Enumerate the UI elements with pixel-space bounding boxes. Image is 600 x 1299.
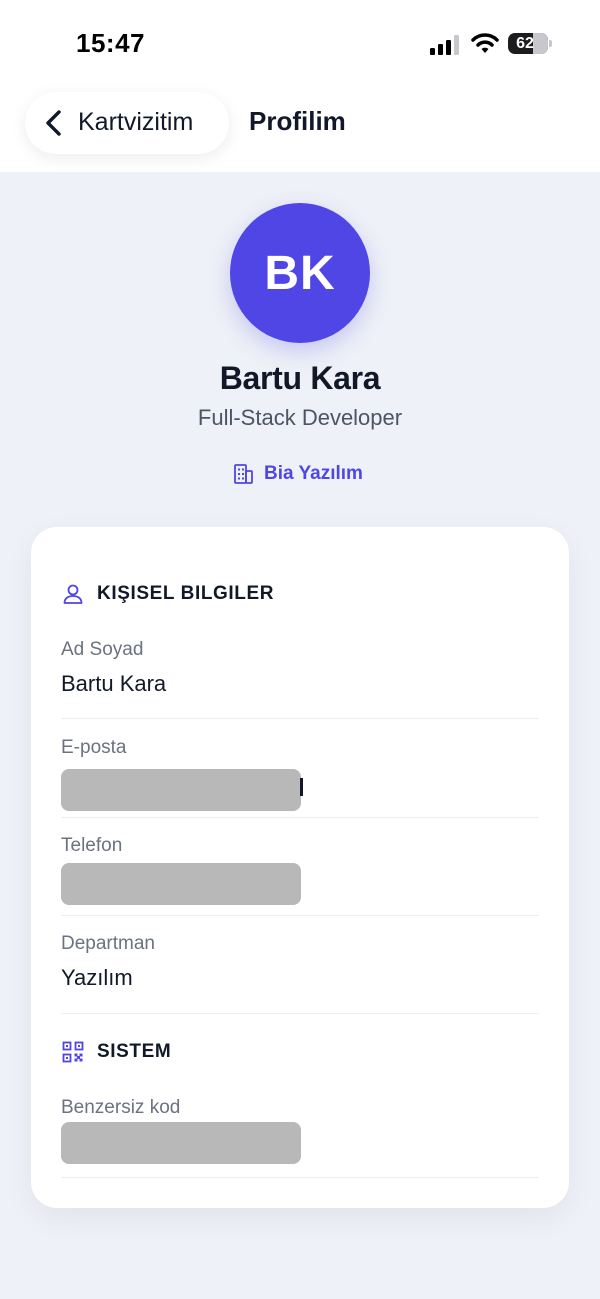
avatar: BK xyxy=(230,203,370,343)
field-label: Ad Soyad xyxy=(61,639,144,660)
battery-level: 62 xyxy=(516,35,534,52)
email-text-fragment xyxy=(300,778,303,796)
building-icon xyxy=(234,464,253,484)
field-label: Telefon xyxy=(61,835,123,856)
divider xyxy=(61,1177,539,1178)
user-icon xyxy=(63,584,83,604)
signal-icon xyxy=(430,35,459,55)
battery-nub xyxy=(549,40,552,47)
field-value: Bartu Kara xyxy=(61,671,167,696)
field-email: E-posta xyxy=(61,737,539,759)
back-button-label: Kartvizitim xyxy=(78,108,194,136)
field-full-name: Ad Soyad Bartu Kara xyxy=(61,639,539,697)
field-unique-code: Benzersiz kod xyxy=(61,1097,539,1119)
company-name: Bia Yazılım xyxy=(264,463,363,484)
field-label: Benzersiz kod xyxy=(61,1097,181,1118)
redacted-phone-value xyxy=(61,863,301,905)
system-title: SISTEM xyxy=(97,1041,172,1062)
divider xyxy=(61,915,539,916)
personal-info-title: KIŞISEL BILGILER xyxy=(97,583,275,604)
redacted-email-value xyxy=(61,769,301,811)
field-department: Departman Yazılım xyxy=(61,933,539,991)
field-label: Departman xyxy=(61,933,155,954)
profile-name: Bartu Kara xyxy=(219,360,381,396)
system-header: SISTEM xyxy=(61,1039,171,1065)
qr-code-icon xyxy=(62,1041,84,1063)
field-label: E-posta xyxy=(61,737,127,758)
divider xyxy=(61,817,539,818)
profile-job-title: Full-Stack Developer xyxy=(197,405,403,430)
back-button[interactable]: Kartvizitim xyxy=(25,92,229,154)
field-phone: Telefon xyxy=(61,835,539,857)
avatar-initials: BK xyxy=(264,246,336,300)
company-link[interactable]: Bia Yazılım xyxy=(232,461,363,487)
personal-info-header: KIŞISEL BILGILER xyxy=(61,581,274,607)
divider xyxy=(61,1013,539,1014)
chevron-left-icon xyxy=(46,110,61,136)
redacted-unique-code-value xyxy=(61,1122,301,1164)
field-value: Yazılım xyxy=(61,965,133,990)
page-title: Profilim xyxy=(249,106,346,136)
status-bar: 15:47 62 xyxy=(0,0,600,80)
profile-details-card: KIŞISEL BILGILER Ad Soyad Bartu Kara E-p… xyxy=(31,527,569,1208)
status-time: 15:47 xyxy=(76,28,145,58)
battery-icon: 62 xyxy=(508,33,548,54)
wifi-icon xyxy=(471,33,499,53)
divider xyxy=(61,718,539,719)
